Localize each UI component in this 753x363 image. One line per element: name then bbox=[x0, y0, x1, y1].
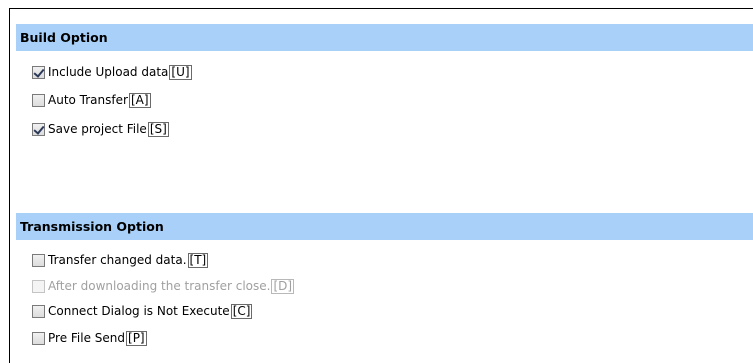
include-upload-data-checkbox[interactable]: Include Upload data [U] bbox=[32, 63, 192, 81]
checkbox-icon[interactable] bbox=[32, 331, 45, 345]
save-project-file-checkbox[interactable]: Save project File [S] bbox=[32, 120, 169, 138]
pre-file-send-hotkey: [P] bbox=[126, 330, 147, 346]
transfer-changed-data-label: Transfer changed data. bbox=[48, 253, 187, 267]
connect-dialog-not-execute-label: Connect Dialog is Not Execute bbox=[48, 304, 230, 318]
checkbox-icon[interactable] bbox=[32, 304, 45, 318]
transfer-changed-data-checkbox[interactable]: Transfer changed data. [T] bbox=[32, 251, 209, 269]
checkbox-icon[interactable] bbox=[32, 122, 45, 136]
options-panel: Build Option Include Upload data [U] Aut… bbox=[9, 8, 753, 363]
after-downloading-close-hotkey: [D] bbox=[271, 278, 295, 294]
auto-transfer-hotkey: [A] bbox=[128, 92, 151, 108]
checkbox-icon bbox=[32, 279, 45, 293]
transmission-option-header: Transmission Option bbox=[16, 213, 753, 240]
connect-dialog-not-execute-hotkey: [C] bbox=[230, 303, 253, 319]
pre-file-send-checkbox[interactable]: Pre File Send [P] bbox=[32, 329, 147, 347]
save-project-file-hotkey: [S] bbox=[147, 121, 169, 137]
include-upload-data-label: Include Upload data bbox=[48, 65, 169, 79]
build-option-header: Build Option bbox=[16, 24, 753, 51]
after-downloading-close-label: After downloading the transfer close. bbox=[48, 279, 271, 293]
include-upload-data-hotkey: [U] bbox=[169, 64, 192, 80]
transfer-changed-data-hotkey: [T] bbox=[187, 252, 209, 268]
after-downloading-close-checkbox: After downloading the transfer close. [D… bbox=[32, 277, 295, 295]
checkbox-icon[interactable] bbox=[32, 253, 45, 267]
auto-transfer-checkbox[interactable]: Auto Transfer [A] bbox=[32, 91, 151, 109]
connect-dialog-not-execute-checkbox[interactable]: Connect Dialog is Not Execute [C] bbox=[32, 302, 253, 320]
checkbox-icon[interactable] bbox=[32, 65, 45, 79]
save-project-file-label: Save project File bbox=[48, 122, 147, 136]
pre-file-send-label: Pre File Send bbox=[48, 331, 126, 345]
checkbox-icon[interactable] bbox=[32, 93, 45, 107]
auto-transfer-label: Auto Transfer bbox=[48, 93, 128, 107]
